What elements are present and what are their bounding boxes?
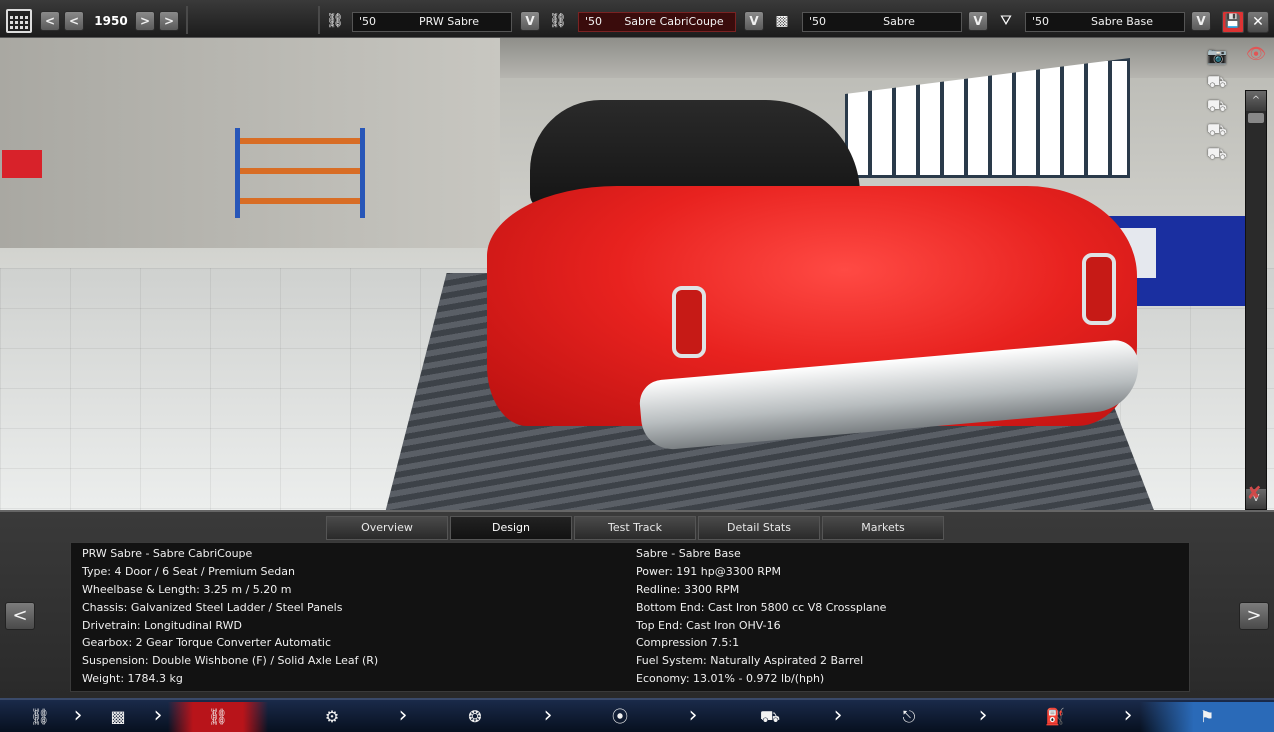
car-type: Type: 4 Door / 6 Seat / Premium Sedan: [82, 564, 296, 578]
tab-overview[interactable]: Overview: [326, 516, 448, 540]
camera-icon[interactable]: 📷: [1200, 46, 1234, 66]
car-model-icon: ⛓: [326, 13, 344, 29]
nav-finish-icon[interactable]: ⚑: [1140, 702, 1274, 732]
engine-variant-selector[interactable]: '50 Sabre Base: [1025, 12, 1185, 32]
nav-wheels-icon[interactable]: ❂: [450, 702, 500, 732]
save-icon[interactable]: 💾: [1222, 11, 1244, 33]
nav-chassis-icon[interactable]: ⛓: [18, 702, 62, 732]
car-info-column: PRW Sabre - Sabre CabriCoupe Type: 4 Doo…: [82, 545, 378, 688]
tab-test-track[interactable]: Test Track: [574, 516, 696, 540]
engine-family-selector[interactable]: '50 Sabre: [802, 12, 962, 32]
car-title: PRW Sabre - Sabre CabriCoupe: [82, 547, 253, 560]
trim-dropdown-button[interactable]: V: [744, 11, 764, 31]
chevron-right-icon: ›: [833, 703, 843, 728]
tab-design[interactable]: Design: [450, 516, 572, 540]
info-panel: Overview Design Test Track Detail Stats …: [0, 510, 1274, 698]
engine-top-end: Top End: Cast Iron OHV-16: [636, 618, 781, 632]
workflow-nav: ⛓ › ▩ › ⛓ ⚙ › ❂ › ⦿ › ⛟ › ⎋ › ⛽ › ⚑: [0, 698, 1274, 732]
car-trim-icon: ⛓: [549, 13, 567, 29]
car-weight: Weight: 1784.3 kg: [82, 672, 183, 686]
model-selector[interactable]: '50 PRW Sabre: [352, 12, 512, 32]
car-gearbox: Gearbox: 2 Gear Torque Converter Automat…: [82, 636, 332, 650]
trim-selector[interactable]: '50 Sabre CabriCoupe: [578, 12, 736, 32]
engine-family-name: Sabre: [883, 15, 915, 28]
engine-info-column: Sabre - Sabre Base Power: 191 hp@3300 RP…: [636, 545, 886, 688]
engine-power: Power: 191 hp@3300 RPM: [636, 564, 781, 578]
close-icon[interactable]: ✕: [1247, 11, 1269, 33]
nav-gearbox-icon[interactable]: ⚙: [300, 702, 364, 732]
nav-suspension-icon[interactable]: ▩: [96, 702, 140, 732]
tab-markets[interactable]: Markets: [822, 516, 944, 540]
year-display: 1950: [94, 14, 128, 28]
eye-icon[interactable]: 👁: [1242, 44, 1270, 64]
next-car-button[interactable]: >: [1239, 602, 1269, 630]
zoom-scrollbar[interactable]: ^ V: [1245, 90, 1267, 510]
nav-brakes-icon[interactable]: ⦿: [588, 702, 652, 732]
calendar-icon[interactable]: [6, 9, 32, 33]
year-next-fast-button[interactable]: >: [159, 11, 179, 31]
view-side-icon[interactable]: ⛟: [1200, 96, 1234, 116]
chevron-right-icon: ›: [688, 703, 698, 728]
engine-title: Sabre - Sabre Base: [636, 547, 741, 560]
car-tail-light: [672, 286, 706, 358]
tab-detail-stats[interactable]: Detail Stats: [698, 516, 820, 540]
engine-redline: Redline: 3300 RPM: [636, 582, 740, 596]
car-chassis: Chassis: Galvanized Steel Ladder / Steel…: [82, 600, 343, 614]
scroll-up-button[interactable]: ^: [1246, 91, 1266, 111]
chevron-right-icon: ›: [1123, 703, 1133, 728]
toolbar-divider: [186, 6, 188, 34]
trim-name: Sabre CabriCoupe: [624, 15, 724, 28]
year-next-button[interactable]: >: [135, 11, 155, 31]
scroll-thumb[interactable]: [1248, 113, 1264, 123]
year-prev-button[interactable]: <: [64, 11, 84, 31]
engine-variant-name: Sabre Base: [1090, 15, 1154, 28]
engine-family-dropdown-button[interactable]: V: [968, 11, 988, 31]
prev-car-button[interactable]: <: [5, 602, 35, 630]
garage-shelf: [235, 128, 365, 218]
engine-compression: Compression 7.5:1: [636, 636, 740, 650]
toolbar-divider: [318, 6, 320, 34]
chevron-right-icon: ›: [153, 703, 163, 728]
car-tail-light: [1082, 253, 1116, 325]
trim-year: '50: [585, 15, 603, 28]
reset-view-icon[interactable]: ✘: [1240, 482, 1268, 506]
nav-aero-icon[interactable]: ⛟: [715, 702, 825, 732]
chevron-right-icon: ›: [978, 703, 988, 728]
nav-interior-icon[interactable]: ⎋: [884, 702, 934, 732]
fire-extinguisher-sign: [2, 150, 42, 178]
engine-variant-year: '50: [1032, 15, 1050, 28]
car-suspension: Suspension: Double Wishbone (F) / Solid …: [82, 654, 379, 668]
engine-bottom-end: Bottom End: Cast Iron 5800 cc V8 Crosspl…: [636, 600, 887, 614]
engine-fuel-system: Fuel System: Naturally Aspirated 2 Barre…: [636, 654, 864, 668]
model-dropdown-button[interactable]: V: [520, 11, 540, 31]
car-3d-viewport[interactable]: 📷 👁 ⛟ ⛟ ⛟ ⛟ ^ V ✘: [0, 38, 1274, 510]
stats-box: PRW Sabre - Sabre CabriCoupe Type: 4 Doo…: [70, 542, 1190, 692]
car-dimensions: Wheelbase & Length: 3.25 m / 5.20 m: [82, 582, 292, 596]
nav-body-design-icon[interactable]: ⛓: [168, 702, 268, 732]
model-year: '50: [359, 15, 377, 28]
view-angle-icon[interactable]: ⛟: [1200, 144, 1234, 164]
view-rear-icon[interactable]: ⛟: [1200, 120, 1234, 140]
chevron-right-icon: ›: [543, 703, 553, 728]
chevron-right-icon: ›: [398, 703, 408, 728]
engine-economy: Economy: 13.01% - 0.972 lb/(hph): [636, 672, 825, 686]
chevron-right-icon: ›: [73, 703, 83, 728]
car-drivetrain: Drivetrain: Longitudinal RWD: [82, 618, 242, 632]
year-prev-fast-button[interactable]: <: [40, 11, 60, 31]
engine-family-year: '50: [809, 15, 827, 28]
top-toolbar: < < 1950 > > ⛓ '50 PRW Sabre V ⛓ '50 Sab…: [0, 0, 1274, 38]
engine-variant-icon: ⛛: [1000, 13, 1012, 29]
engine-family-icon: ▩: [775, 13, 789, 29]
model-name: PRW Sabre: [419, 15, 479, 28]
engine-variant-dropdown-button[interactable]: V: [1191, 11, 1211, 31]
nav-fuel-icon[interactable]: ⛽: [1035, 702, 1075, 732]
view-front-icon[interactable]: ⛟: [1200, 72, 1234, 92]
